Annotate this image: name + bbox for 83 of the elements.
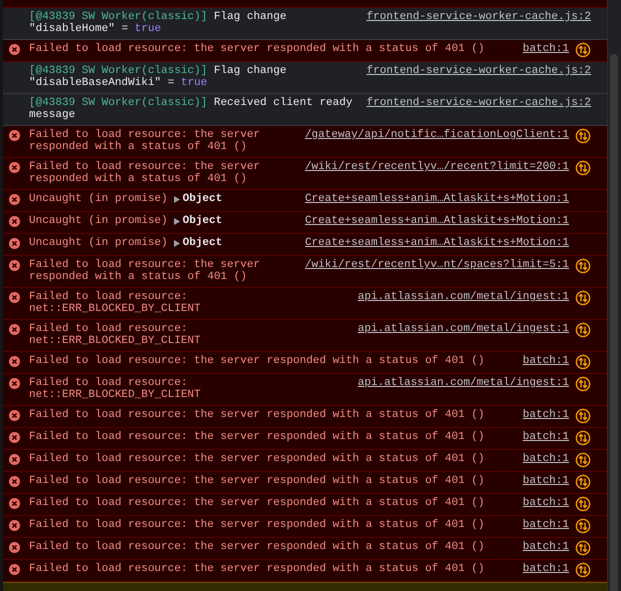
error-icon [9, 454, 20, 465]
error-message: Uncaught (in promise) [28, 237, 168, 249]
error-icon [9, 520, 20, 531]
arrows-circle-icon[interactable] [575, 496, 591, 512]
source-link[interactable]: /wiki/rest/recentlyv…/recent?limit=200:1 [304, 161, 569, 173]
error-icon [9, 44, 20, 55]
error-message: Failed to load resource: the server responded with a status of 401 () [28, 259, 262, 283]
error-icon [9, 292, 20, 303]
error-message: Failed to load resource: the server responded with a status of 401 () [28, 497, 486, 509]
error-icon [9, 564, 20, 575]
error-icon [9, 432, 20, 443]
error-message: Failed to load resource: the server responded with a status of 401 () [28, 161, 262, 185]
error-icon [9, 410, 20, 421]
source-link[interactable]: frontend-service-worker-cache.js:2 [366, 65, 591, 77]
error-icon [9, 356, 20, 367]
source-link[interactable]: api.atlassian.com/metal/ingest:1 [358, 291, 569, 303]
error-icon [9, 194, 20, 205]
error-message: Failed to load resource: the server responded with a status of 401 () [28, 129, 262, 153]
error-message: Failed to load resource: the server responded with a status of 401 () [28, 519, 486, 531]
arrows-circle-icon[interactable] [575, 258, 591, 274]
console-message: [@43839 SW Worker(classic)] Flag change "disableHome" = true [28, 11, 288, 35]
console-message: [@43839 SW Worker(classic)] Flag change "disableBaseAndWiki" = true [28, 65, 288, 89]
arrows-circle-icon[interactable] [575, 518, 591, 534]
arrows-circle-icon[interactable] [575, 290, 591, 306]
source-link[interactable]: batch:1 [522, 475, 569, 487]
console-message: [@43839 SW Worker(classic)] Received client ready message [28, 97, 354, 121]
source-link[interactable]: batch:1 [522, 355, 569, 367]
source-link[interactable]: Create+seamless+anim…Atlaskit+s+Motion:1 [304, 215, 569, 227]
error-message: Failed to load resource: net::ERR_BLOCKED_BY_CLIENT [28, 323, 202, 347]
object-toggle[interactable]: Object [174, 215, 222, 227]
error-message: Failed to load resource: the server responded with a status of 401 () [28, 541, 486, 553]
error-icon [9, 324, 20, 335]
source-link[interactable]: /wiki/rest/recentlyv…nt/spaces?limit=5:1 [304, 259, 569, 271]
error-message: Failed to load resource: the server responded with a status of 401 () [28, 563, 486, 575]
source-link[interactable]: batch:1 [522, 541, 569, 553]
error-icon [9, 260, 20, 271]
error-message: Failed to load resource: the server responded with a status of 401 () [28, 355, 486, 367]
error-icon [9, 238, 20, 249]
source-link[interactable]: /gateway/api/notific…ficationLogClient:1 [304, 129, 569, 141]
arrows-circle-icon[interactable] [575, 430, 591, 446]
source-link[interactable]: Create+seamless+anim…Atlaskit+s+Motion:1 [304, 193, 569, 205]
arrows-circle-icon[interactable] [575, 562, 591, 578]
error-icon [9, 130, 20, 141]
source-link[interactable]: batch:1 [522, 519, 569, 531]
error-message: Failed to load resource: the server responded with a status of 401 () [28, 409, 486, 421]
arrows-circle-icon[interactable] [575, 160, 591, 176]
arrows-circle-icon[interactable] [575, 42, 591, 58]
error-message: Uncaught (in promise) [28, 193, 168, 205]
error-icon [9, 498, 20, 509]
arrows-circle-icon[interactable] [575, 474, 591, 490]
source-link[interactable]: batch:1 [522, 409, 569, 421]
arrows-circle-icon[interactable] [575, 322, 591, 338]
arrows-circle-icon[interactable] [575, 376, 591, 392]
error-icon [9, 216, 20, 227]
object-toggle[interactable]: Object [174, 193, 222, 205]
source-link[interactable]: api.atlassian.com/metal/ingest:1 [358, 377, 569, 389]
error-icon [9, 542, 20, 553]
arrows-circle-icon[interactable] [575, 540, 591, 556]
source-link[interactable]: Create+seamless+anim…Atlaskit+s+Motion:1 [304, 237, 569, 249]
source-link[interactable]: batch:1 [522, 431, 569, 443]
arrows-circle-icon[interactable] [575, 452, 591, 468]
source-link[interactable]: batch:1 [522, 43, 569, 55]
source-link[interactable]: api.atlassian.com/metal/ingest:1 [358, 323, 569, 335]
error-message: Failed to load resource: net::ERR_BLOCKED_BY_CLIENT [28, 377, 202, 401]
arrows-circle-icon[interactable] [575, 408, 591, 424]
error-icon [9, 162, 20, 173]
source-link[interactable]: batch:1 [522, 563, 569, 575]
error-message: Failed to load resource: the server responded with a status of 401 () [28, 43, 486, 55]
error-icon [9, 476, 20, 487]
source-link[interactable]: frontend-service-worker-cache.js:2 [366, 11, 591, 23]
error-icon [9, 378, 20, 389]
arrows-circle-icon[interactable] [575, 354, 591, 370]
error-message: Failed to load resource: the server responded with a status of 401 () [28, 431, 486, 443]
source-link[interactable]: batch:1 [522, 497, 569, 509]
error-message: Failed to load resource: net::ERR_BLOCKED_BY_CLIENT [28, 291, 202, 315]
source-link[interactable]: frontend-service-worker-cache.js:2 [366, 97, 591, 109]
arrows-circle-icon[interactable] [575, 128, 591, 144]
error-message: Failed to load resource: the server responded with a status of 401 () [28, 475, 486, 487]
object-toggle[interactable]: Object [174, 237, 222, 249]
error-message: Failed to load resource: the server responded with a status of 401 () [28, 453, 486, 465]
scrollbar-thumb[interactable] [610, 54, 618, 591]
error-message: Uncaught (in promise) [28, 215, 168, 227]
source-link[interactable]: batch:1 [522, 453, 569, 465]
